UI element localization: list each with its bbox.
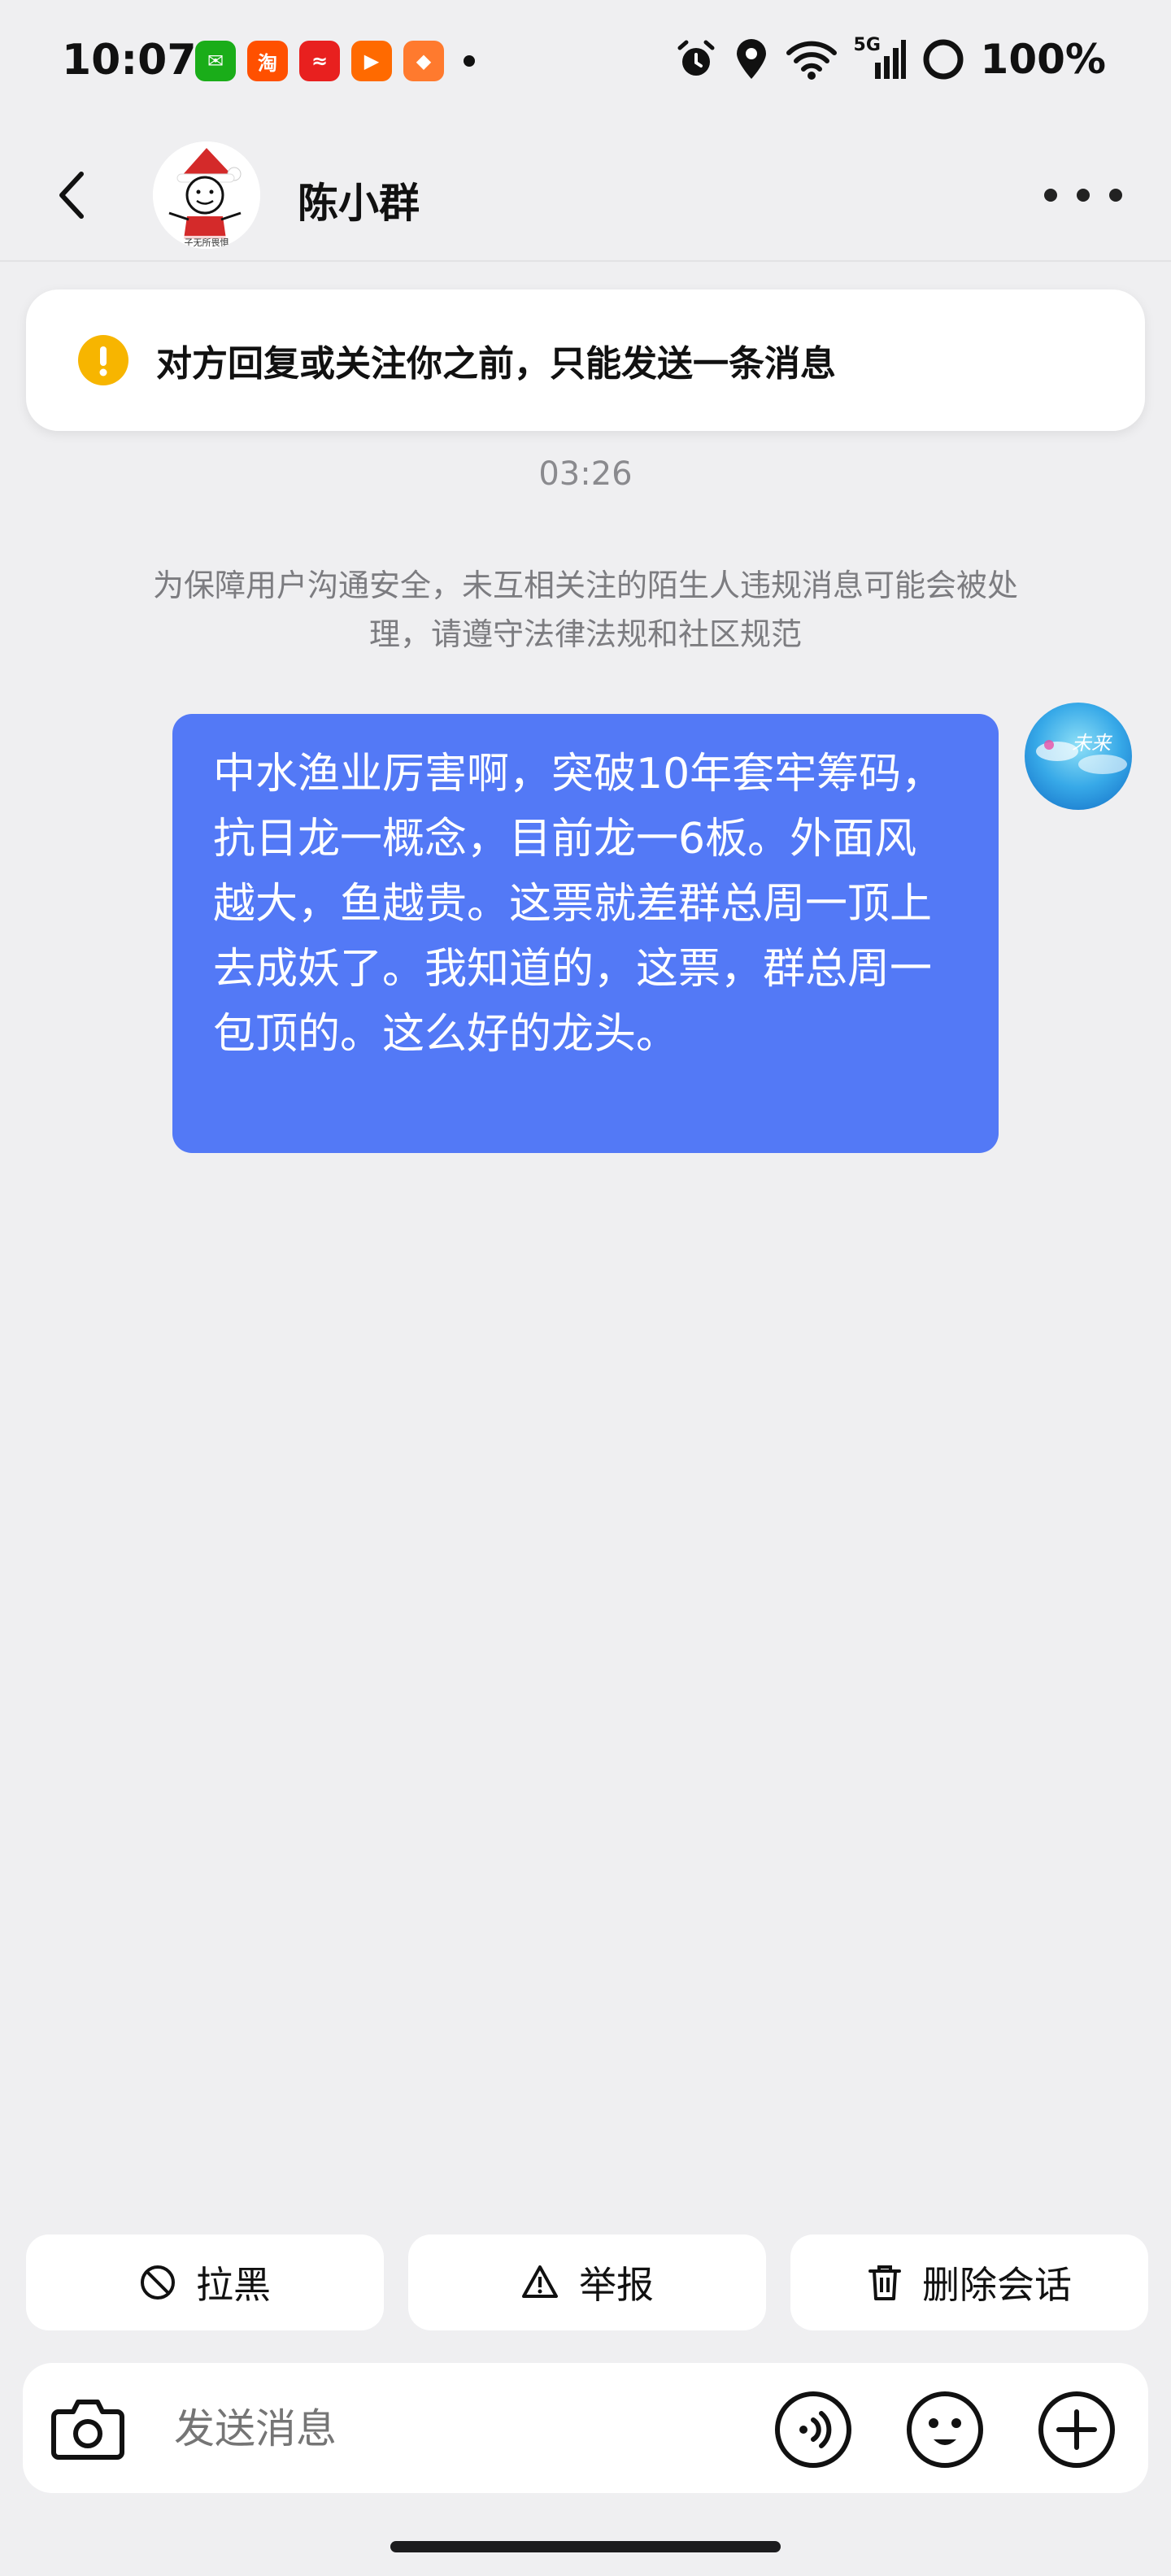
message-input-bar — [23, 2363, 1148, 2493]
sky-avatar-image — [1025, 703, 1132, 810]
status-time: 10:07 — [62, 36, 197, 85]
home-indicator[interactable] — [390, 2541, 781, 2552]
notice-text: 对方回复或关注你之前，只能发送一条消息 — [156, 343, 836, 385]
alarm-icon — [677, 40, 715, 76]
wechat-icon: ✉ — [195, 41, 236, 81]
message-limit-notice: 对方回复或关注你之前，只能发送一条消息 — [26, 289, 1145, 431]
battery-icon — [923, 39, 964, 80]
more-dot-icon — [1109, 189, 1122, 202]
safety-notice: 为保障用户沟通安全，未互相关注的陌生人违规消息可能会被处理，请遵守法律法规和社区… — [152, 568, 1018, 652]
voice-icon — [775, 2391, 851, 2468]
trash-icon — [868, 2265, 901, 2300]
status-indicators: 5G 100% — [675, 35, 1106, 83]
more-notifications-dot — [464, 55, 475, 67]
camera-button[interactable] — [49, 2389, 127, 2467]
warning-triangle-icon — [522, 2265, 558, 2298]
taobao-icon: 淘 — [247, 41, 288, 81]
kuaishou-icon: ▶ — [351, 41, 392, 81]
game-icon: ◆ — [403, 41, 444, 81]
more-options-button[interactable] — [1044, 179, 1122, 211]
contact-name: 陈小群 — [298, 180, 420, 227]
back-button[interactable] — [46, 166, 98, 224]
my-avatar[interactable]: 未来 — [1025, 703, 1132, 810]
block-icon — [141, 2265, 175, 2300]
contact-avatar[interactable]: 子无所畏惧 — [153, 141, 260, 249]
more-dot-icon — [1044, 189, 1057, 202]
plus-icon — [1038, 2391, 1115, 2468]
message-input[interactable] — [172, 2395, 745, 2462]
report-button[interactable]: 举报 — [408, 2234, 766, 2330]
voice-button[interactable] — [773, 2389, 854, 2470]
sent-message-bubble[interactable]: 中水渔业厉害啊，突破10年套牢筹码，抗日龙一概念，目前龙一6板。外面风越大，鱼越… — [172, 714, 999, 1153]
add-button[interactable] — [1036, 2389, 1117, 2470]
cellular-signal-icon: 5G — [854, 35, 906, 80]
location-icon — [736, 39, 766, 79]
status-bar: 10:07 ✉ 淘 ≈ ▶ ◆ 5G 100% — [0, 0, 1171, 130]
emoji-icon — [907, 2391, 983, 2468]
chevron-left-icon — [59, 172, 84, 219]
cartoon-avatar-image — [153, 141, 260, 249]
block-button[interactable]: 拉黑 — [26, 2234, 384, 2330]
delete-label: 删除会话 — [922, 2263, 1072, 2307]
battery-percent: 100% — [980, 36, 1106, 83]
message-text: 中水渔业厉害啊，突破10年套牢筹码，抗日龙一概念，目前龙一6板。外面风越大，鱼越… — [213, 750, 944, 1059]
block-label: 拉黑 — [196, 2263, 271, 2307]
my-avatar-text: 未来 — [1072, 732, 1111, 755]
chat-actions: 拉黑 举报 删除会话 — [26, 2234, 1148, 2330]
app-red-icon: ≈ — [299, 41, 340, 81]
notification-app-icons: ✉ 淘 ≈ ▶ ◆ — [195, 41, 475, 81]
chat-header: 子无所畏惧 陈小群 — [0, 130, 1171, 262]
wifi-icon — [786, 41, 837, 80]
camera-icon — [51, 2400, 124, 2460]
warning-icon — [78, 335, 128, 385]
emoji-button[interactable] — [904, 2389, 986, 2470]
message-timestamp: 03:26 — [538, 455, 633, 493]
avatar-caption: 子无所畏惧 — [153, 236, 260, 249]
report-label: 举报 — [579, 2263, 654, 2307]
more-dot-icon — [1077, 189, 1090, 202]
delete-conversation-button[interactable]: 删除会话 — [790, 2234, 1148, 2330]
